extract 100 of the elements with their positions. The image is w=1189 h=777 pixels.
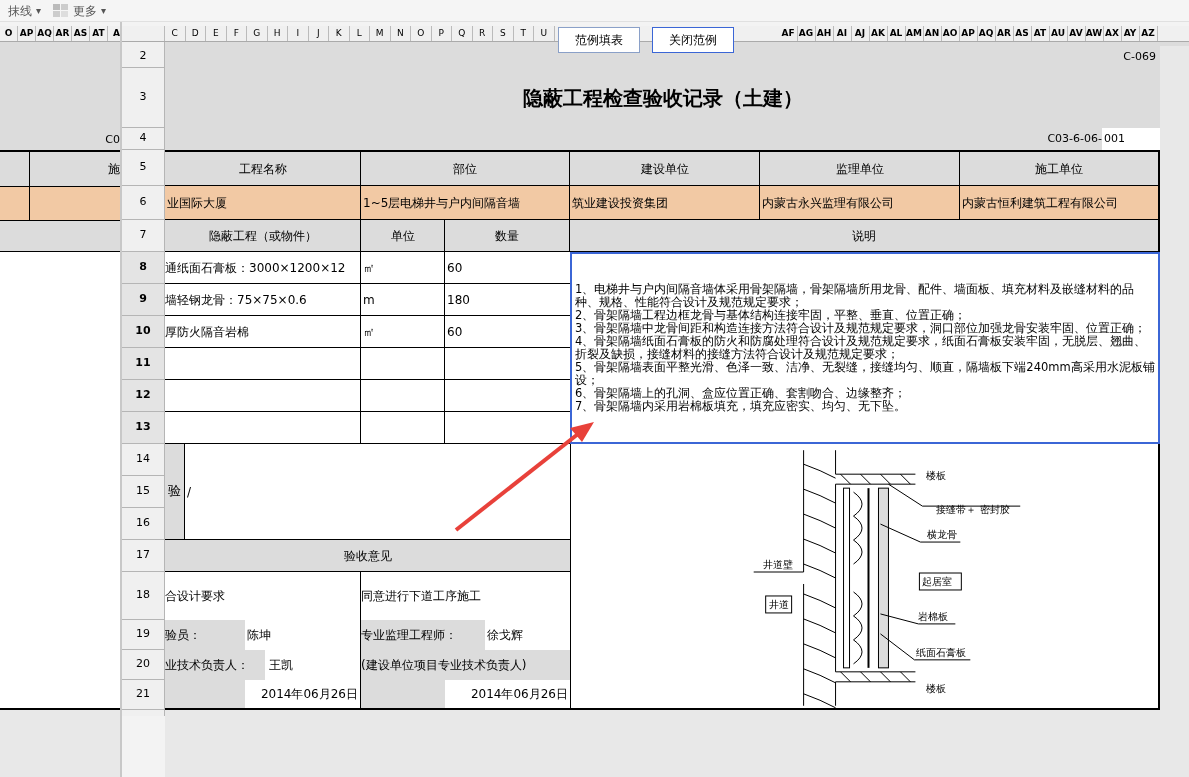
column-header[interactable]: N [390, 26, 411, 41]
row-header[interactable]: 13 [122, 412, 165, 444]
column-header[interactable]: AV [1067, 26, 1086, 41]
document-number-field[interactable]: 001 [1102, 128, 1160, 150]
column-heading: 监理单位 [760, 150, 960, 186]
row-header[interactable]: 9 [122, 284, 165, 316]
description-cell[interactable] [570, 252, 1160, 444]
signature-name: 王凯 [265, 650, 361, 680]
column-header[interactable]: AT [1031, 26, 1050, 41]
column-header[interactable]: AS [72, 26, 90, 41]
row-header[interactable]: 12 [122, 380, 165, 412]
signature-name: 陈坤 [245, 620, 361, 650]
row-header[interactable]: 6 [122, 186, 165, 220]
column-header[interactable]: I [288, 26, 309, 41]
column-header[interactable]: O [0, 26, 18, 41]
table-cell [0, 186, 30, 220]
row-label: 验 [165, 444, 185, 540]
toolbar-button[interactable]: 更多 ▾ [53, 1, 107, 20]
drawing-label: 井道壁 [762, 559, 793, 570]
row-header[interactable]: 4 [122, 128, 165, 150]
column-header[interactable]: AO [941, 26, 960, 41]
row-header[interactable]: 11 [122, 348, 165, 380]
column-header[interactable]: AG [797, 26, 816, 41]
column-header[interactable]: F [226, 26, 247, 41]
form-title: 隐蔽工程检查验收记录（土建） [522, 85, 803, 112]
table-cell: ㎡ [361, 316, 445, 348]
column-heading: 隐蔽工程（或物件） [165, 220, 361, 252]
column-heading: 单位 [361, 220, 445, 252]
table-cell: / [185, 444, 570, 540]
column-header[interactable]: AN [923, 26, 942, 41]
signature-label: 验员： [165, 620, 245, 650]
column-header[interactable]: AL [887, 26, 906, 41]
column-header[interactable]: C [165, 26, 186, 41]
table-cell: 60 [445, 252, 570, 284]
column-header[interactable]: S [493, 26, 514, 41]
row-header[interactable]: 2 [122, 46, 165, 68]
row-header[interactable]: 14 [122, 444, 165, 476]
column-heading: 施工单位 [960, 150, 1160, 186]
column-header[interactable]: K [329, 26, 350, 41]
column-header[interactable]: AF [779, 26, 798, 41]
column-header[interactable]: AJ [851, 26, 870, 41]
row-header[interactable]: 3 [122, 68, 165, 128]
column-header[interactable]: L [349, 26, 370, 41]
column-heading: 施 [30, 150, 120, 186]
row-header[interactable]: 18 [122, 572, 165, 620]
column-heading: 建设单位 [570, 150, 760, 186]
row-header[interactable]: 16 [122, 508, 165, 540]
column-header[interactable]: AI [833, 26, 852, 41]
column-header[interactable]: AW [1085, 26, 1104, 41]
row-header[interactable]: 20 [122, 650, 165, 680]
row-header[interactable]: 5 [122, 150, 165, 186]
column-header[interactable]: D [185, 26, 206, 41]
row-header[interactable]: 10 [122, 316, 165, 348]
column-header[interactable]: M [370, 26, 391, 41]
table-cell: m [361, 284, 445, 316]
toolbar-button[interactable]: 范例填表 [558, 27, 640, 53]
column-header[interactable]: O [411, 26, 432, 41]
column-header[interactable]: H [267, 26, 288, 41]
column-header[interactable]: AZ [1139, 26, 1158, 41]
column-header[interactable]: AR [54, 26, 72, 41]
row-header[interactable]: 15 [122, 476, 165, 508]
column-header[interactable]: AH [815, 26, 834, 41]
column-header[interactable]: AT [90, 26, 108, 41]
column-header[interactable]: AS [1013, 26, 1032, 41]
column-header[interactable]: AR [995, 26, 1014, 41]
row-header[interactable]: 21 [122, 680, 165, 710]
toolbar-button[interactable]: 关闭范例 [652, 27, 734, 53]
table-cell: 1~5层电梯井与户内间隔音墙 [361, 186, 570, 220]
description-text: 2、骨架隔墙工程边框龙骨与基体结构连接牢固，平整、垂直、位置正确； [575, 309, 968, 322]
column-header[interactable]: Q [452, 26, 473, 41]
column-header[interactable]: AX [1103, 26, 1122, 41]
row-header[interactable]: 8 [122, 252, 165, 284]
column-header[interactable]: J [308, 26, 329, 41]
column-header[interactable]: G [247, 26, 268, 41]
toolbar-button[interactable]: 抹线 ▾ [8, 1, 42, 20]
column-header[interactable]: AY [1121, 26, 1140, 41]
column-header[interactable]: E [206, 26, 227, 41]
column-header[interactable]: AM [905, 26, 924, 41]
table-cell: 筑业建设投资集团 [570, 186, 760, 220]
document-number-prefix: C03-6-06- [1047, 130, 1102, 147]
column-header[interactable]: AP [18, 26, 36, 41]
column-header[interactable]: P [431, 26, 452, 41]
column-header[interactable]: AP [959, 26, 978, 41]
date-cell: 2014年06月26日 [245, 680, 361, 710]
date-cell: 2014年06月26日 [445, 680, 570, 710]
table-cell: 厚防火隔音岩棉 [165, 316, 361, 348]
form-code: C-069 [1123, 48, 1156, 65]
column-header[interactable]: T [513, 26, 534, 41]
column-header[interactable]: AK [869, 26, 888, 41]
column-header[interactable]: AU [1049, 26, 1068, 41]
opinion-text: 同意进行下道工序施工 [361, 572, 570, 620]
row-header[interactable]: 17 [122, 540, 165, 572]
column-header[interactable]: AQ [36, 26, 54, 41]
column-heading: 工程名称 [165, 150, 361, 186]
column-header[interactable]: R [472, 26, 493, 41]
column-header[interactable]: AQ [977, 26, 996, 41]
row-header[interactable]: 7 [122, 220, 165, 252]
signature-label: 专业监理工程师： [361, 620, 485, 650]
row-header[interactable]: 19 [122, 620, 165, 650]
column-header[interactable]: U [534, 26, 555, 41]
